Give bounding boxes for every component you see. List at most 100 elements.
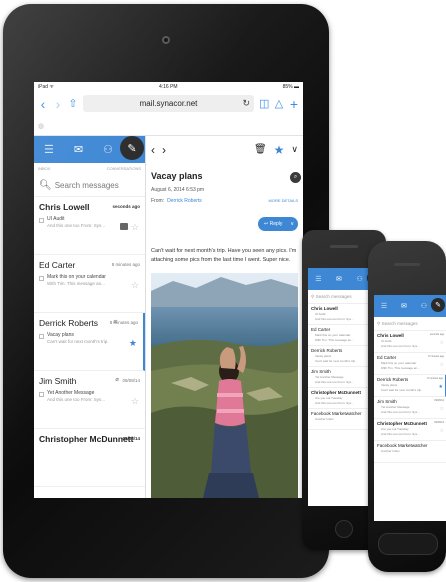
email-body: Can't wait for next month's trip. Have y… [151, 248, 297, 263]
star-icon[interactable]: ☆ [131, 396, 139, 407]
message-time: 09/08/14 [122, 378, 140, 383]
message-time: 09/08/14 [434, 421, 444, 424]
message-list-pane: ☰ ✉ ⚇ ✎ INBOX CONVERSATIONS 🔍︎ Chris Low… [34, 136, 146, 498]
attachment-icon[interactable]: ⌕ [290, 172, 301, 183]
list-item[interactable]: Christopher McDunnett 09/08/14 Are you o… [374, 419, 446, 441]
star-icon[interactable]: ☆ [440, 406, 444, 412]
email-date: August 6, 2014 6:53 pm [151, 187, 205, 193]
back-icon[interactable]: ‹ [38, 96, 48, 112]
list-item[interactable]: Jim Smith ⌀ 09/08/14 Yet Another Message… [34, 371, 145, 429]
battery-label: 85% ▬ [282, 83, 299, 90]
message-time: 8 minutes ago [109, 320, 138, 325]
status-time: 4:16 PM [158, 83, 178, 90]
star-icon[interactable]: ★ [129, 338, 137, 349]
navigation-buttons[interactable] [378, 533, 438, 555]
menu-icon[interactable]: ☰ [315, 275, 321, 283]
forward-icon[interactable]: › [53, 96, 63, 112]
contacts-icon[interactable]: ⚇ [356, 275, 362, 283]
select-checkbox[interactable] [39, 218, 44, 223]
message-subject: Vacay plans [381, 383, 398, 387]
select-checkbox[interactable] [39, 392, 44, 397]
mail-icon[interactable]: ✉ [401, 302, 407, 310]
previous-icon[interactable]: ‹ [151, 143, 155, 157]
select-checkbox[interactable] [39, 276, 44, 281]
star-icon[interactable]: ★ [439, 384, 443, 390]
list-item[interactable]: Ed Carter 8 minutes ago Mark this on you… [374, 353, 446, 375]
list-item[interactable]: Christopher McDunnett 09/08/14 [34, 429, 145, 487]
share-icon[interactable]: ⇧ [68, 97, 78, 110]
contacts-icon[interactable]: ⚇ [421, 302, 427, 310]
message-preview: Can't wait for next month's trip. [47, 339, 109, 344]
message-subject: Mark this on your calendar [381, 361, 417, 365]
more-details-link[interactable]: MORE DETAILS [269, 198, 299, 204]
select-checkbox[interactable] [39, 334, 44, 339]
message-time: seconds ago [429, 333, 444, 336]
compose-button[interactable]: ✎ [120, 136, 144, 160]
message-list: Chris Lowell seconds ago UI Audit And th… [34, 197, 145, 487]
search-placeholder: Search messages [315, 294, 352, 299]
compose-button[interactable]: ✎ [431, 298, 445, 312]
pencil-icon: ✎ [127, 142, 137, 155]
attachment-badge-icon [120, 223, 128, 230]
message-time: 09/08/14 [122, 436, 140, 441]
from-label: From: [151, 198, 165, 204]
speaker-grille [394, 263, 420, 266]
trash-icon[interactable]: 🗑︎ [254, 144, 267, 155]
cloud-tabs-icon[interactable]: △ [274, 97, 284, 110]
star-icon[interactable]: ☆ [440, 428, 444, 434]
message-preview: With Tim. This message an... [381, 366, 420, 370]
vacation-photo [151, 273, 298, 498]
message-subject: Are you out Tuesday [381, 427, 409, 431]
sender-name: Facebook Marketwatcher [377, 443, 428, 448]
star-icon[interactable]: ☆ [131, 280, 139, 291]
star-icon[interactable]: ☆ [131, 222, 139, 233]
message-preview: And this one too From: Sys... [381, 410, 420, 414]
search-placeholder: Search messages [381, 321, 418, 326]
next-icon[interactable]: › [162, 143, 166, 157]
reply-button[interactable]: ↩ Reply ∨ [258, 217, 298, 231]
list-item[interactable]: Chris Lowell seconds ago UI Audit And th… [374, 331, 446, 353]
list-item[interactable]: Chris Lowell seconds ago UI Audit And th… [34, 197, 145, 255]
message-subject: Yet Another Message [47, 390, 95, 396]
sender-name: Christopher McDunnett [377, 421, 427, 426]
contacts-icon[interactable]: ⚇ [103, 143, 113, 156]
list-item[interactable]: Ed Carter 8 minutes ago Mark this on you… [34, 255, 145, 313]
add-tab-icon[interactable]: + [289, 96, 299, 112]
browser-toolbar: ‹ › ⇧ mail.synacor.net ↻ ◫ △ + [34, 91, 303, 116]
search-icon: 🔍︎ [39, 180, 52, 191]
list-item[interactable]: Derrick Roberts ⌀ 8 minutes ago Vacay pl… [34, 313, 145, 371]
list-item[interactable]: Facebook Marketwatcher Another Inbox [374, 441, 446, 463]
phone-device-2: ☰ ✉ ⚇ ✎ ⚲ Search messages Chris Lowell s… [368, 241, 446, 572]
chevron-down-icon[interactable]: ∨ [291, 144, 298, 155]
message-time: 09/08/14 [434, 399, 444, 402]
star-icon[interactable]: ☆ [440, 362, 444, 368]
bookmarks-icon[interactable]: ◫ [259, 97, 269, 110]
list-item[interactable]: Jim Smith 09/08/14 Yet Another Message A… [374, 397, 446, 419]
view-toggle[interactable]: CONVERSATIONS [107, 166, 141, 175]
address-bar[interactable]: mail.synacor.net ↻ [83, 95, 254, 112]
menu-icon[interactable]: ☰ [44, 143, 54, 156]
email-from: From: Derrick Roberts MORE DETAILS [151, 198, 298, 204]
reader-toolbar: ‹ › 🗑︎ ★ ∨ [146, 136, 303, 163]
folder-name: INBOX [38, 166, 51, 171]
mail-icon[interactable]: ✉ [336, 275, 342, 283]
search-input[interactable] [54, 181, 145, 190]
tab-favicon-icon[interactable]: ◍ [38, 123, 44, 130]
star-icon[interactable]: ☆ [440, 340, 444, 346]
message-preview: And this one too From: Sys... [381, 432, 420, 436]
mail-nav-bar: ☰ ✉ ⚇ ✎ [374, 295, 446, 317]
chevron-down-icon[interactable]: ∨ [290, 221, 294, 227]
star-icon[interactable]: ★ [274, 143, 285, 157]
list-item[interactable]: Derrick Roberts 8 minutes ago Vacay plan… [374, 375, 446, 397]
search-input[interactable]: ⚲ Search messages [374, 317, 446, 331]
menu-icon[interactable]: ☰ [381, 302, 387, 310]
paperclip-icon: ⌀ [115, 377, 119, 383]
attached-photo[interactable] [151, 273, 298, 498]
mail-icon[interactable]: ✉ [74, 143, 83, 156]
from-name-link[interactable]: Derrick Roberts [167, 198, 202, 204]
home-button[interactable] [335, 520, 353, 538]
message-subject: Yet Another Message [381, 405, 410, 409]
tab-strip: ◍ [34, 116, 303, 136]
reload-icon[interactable]: ↻ [242, 98, 250, 109]
reply-label: ↩ Reply [264, 221, 283, 227]
